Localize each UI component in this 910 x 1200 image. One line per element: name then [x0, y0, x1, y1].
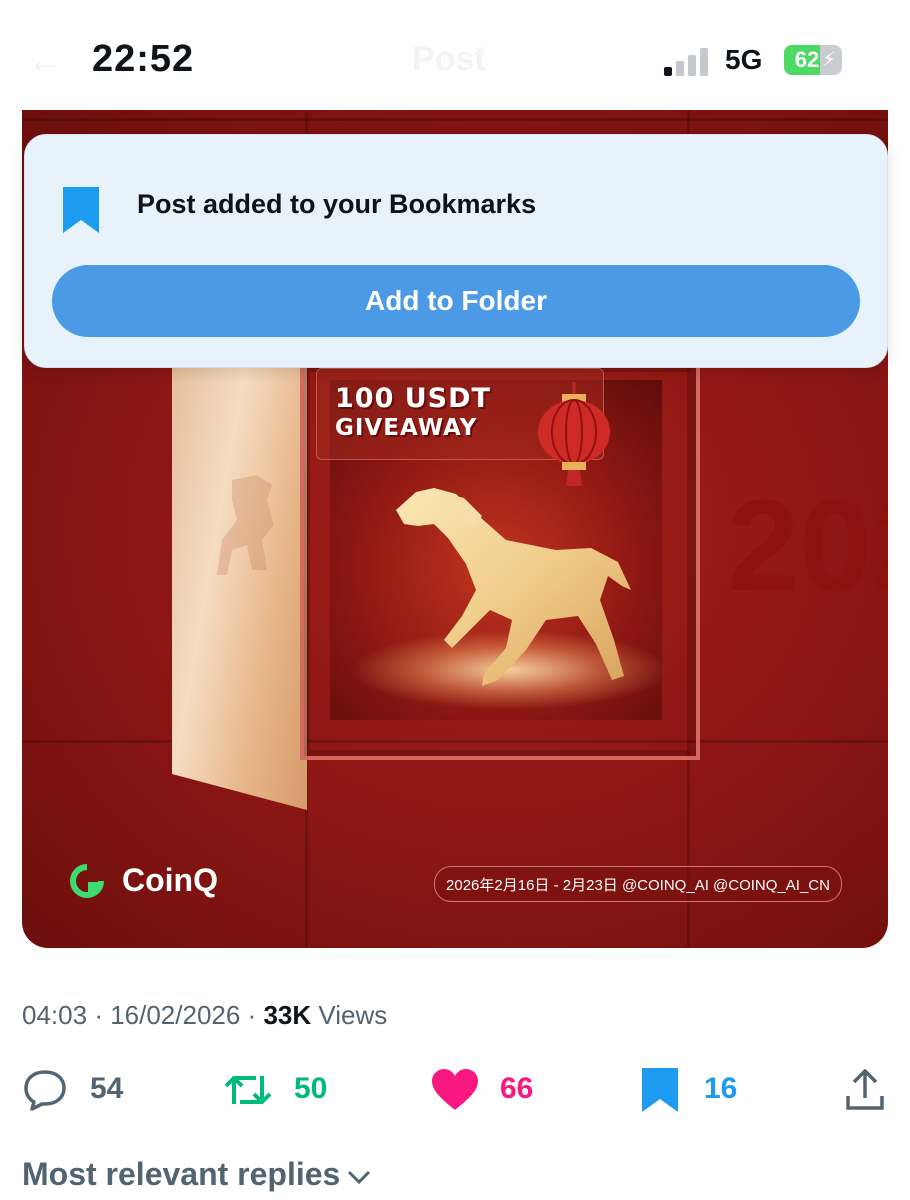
chevron-down-icon: [348, 1170, 371, 1184]
giveaway-title: 100 USDT: [335, 383, 491, 414]
bookmark-count: 16: [704, 1072, 738, 1105]
repost-count: 50: [294, 1072, 328, 1105]
charging-bolt-icon: ⚡: [821, 49, 836, 71]
clock: 22:52: [92, 38, 195, 80]
post-time: 04:03: [22, 1000, 88, 1030]
date-range-text: 2026年2月16日 - 2月23日 @COINQ_AI @COINQ_AI_C…: [446, 877, 830, 894]
back-arrow-icon[interactable]: ←: [28, 42, 62, 81]
bookmark-filled-icon: [642, 1068, 678, 1112]
reply-icon: [24, 1070, 66, 1111]
network-type: 5G: [725, 44, 763, 75]
toast-message: Post added to your Bookmarks: [137, 189, 537, 219]
bookmark-button[interactable]: 16: [640, 1060, 750, 1120]
repost-button[interactable]: 50: [222, 1060, 352, 1120]
views-label: Views: [318, 1000, 388, 1030]
post-date: 16/02/2026: [110, 1000, 241, 1030]
action-bar: 54 50 66 16: [0, 1060, 910, 1120]
replies-sort-label: Most relevant replies: [22, 1156, 341, 1192]
bookmark-toast: Post added to your Bookmarks Add to Fold…: [24, 134, 888, 368]
date-range-badge: 2026年2月16日 - 2月23日 @COINQ_AI @COINQ_AI_C…: [434, 866, 842, 902]
background-year: 2026: [727, 472, 888, 618]
golden-horse-illustration: [396, 488, 631, 686]
replies-sort-dropdown[interactable]: Most relevant replies: [22, 1156, 372, 1193]
reply-button[interactable]: 54: [22, 1060, 142, 1120]
open-door: [172, 360, 307, 810]
bookmark-icon: [63, 187, 99, 233]
brand-name: CoinQ: [122, 862, 218, 898]
status-bar: ← Post 22:52 5G 62 ⚡: [0, 0, 910, 110]
battery-icon: 62 ⚡: [784, 45, 842, 75]
giveaway-subtitle: GIVEAWAY: [335, 415, 478, 441]
like-button[interactable]: 66: [430, 1060, 560, 1120]
add-to-folder-button[interactable]: Add to Folder: [52, 265, 860, 337]
share-icon: [846, 1069, 884, 1110]
reply-count: 54: [90, 1072, 124, 1105]
coinq-logo-icon: [70, 864, 104, 898]
like-count: 66: [500, 1072, 534, 1105]
views-count: 33K: [263, 1000, 312, 1030]
heart-icon: [432, 1069, 478, 1110]
signal-icon: [664, 46, 710, 76]
share-button[interactable]: [844, 1060, 890, 1120]
header-title: Post: [412, 40, 486, 78]
post-meta: 04:03 · 16/02/2026 · 33K Views: [22, 1000, 388, 1030]
lantern-icon: [538, 382, 610, 486]
door-horse-silhouette: [217, 475, 274, 575]
repost-icon: [224, 1076, 272, 1104]
